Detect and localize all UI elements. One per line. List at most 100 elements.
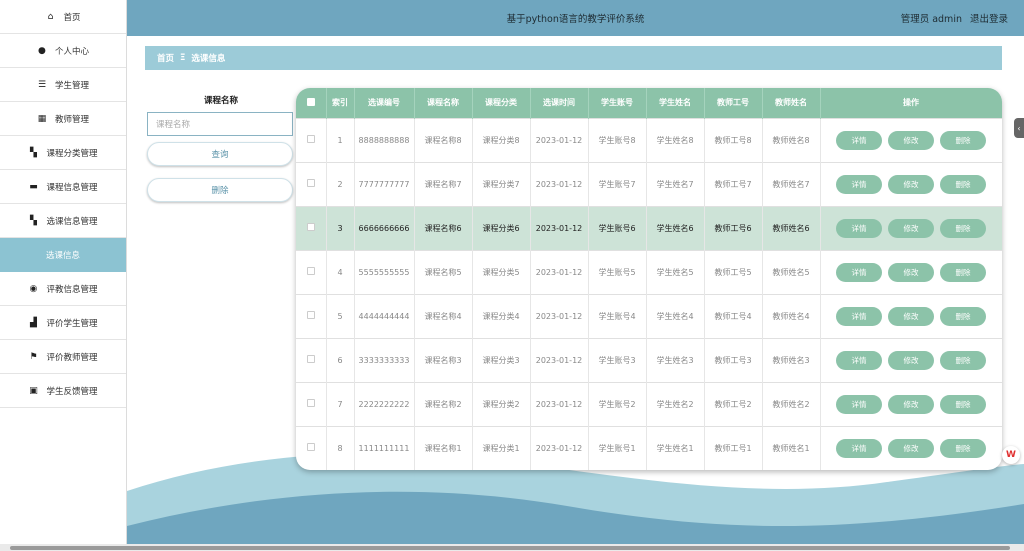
sidebar-item-course-category[interactable]: ▚ 课程分类管理 <box>0 136 126 170</box>
row-checkbox[interactable] <box>306 134 315 143</box>
edit-button[interactable]: 修改 <box>888 438 934 458</box>
table-row[interactable]: 7 2222222222 课程名称2 课程分类2 2023-01-12 学生账号2 学生姓名… <box>296 382 1002 426</box>
edit-button[interactable]: 修改 <box>888 306 934 326</box>
row-checkbox[interactable] <box>306 266 315 275</box>
select-all-cell[interactable] <box>296 88 327 118</box>
row-checkbox[interactable] <box>306 310 315 319</box>
sidebar-item-evaluation-info[interactable]: ◉ 评教信息管理 <box>0 272 126 306</box>
delete-button[interactable]: 删除 <box>940 438 986 458</box>
sidebar-item-evaluate-teachers[interactable]: ⚑ 评价教师管理 <box>0 340 126 374</box>
sidebar-item-evaluate-students[interactable]: ▟ 评价学生管理 <box>0 306 126 340</box>
flag-icon: ⚑ <box>29 351 38 362</box>
cell-teacher: 教师姓名7 <box>762 162 821 206</box>
column-header: 教师姓名 <box>762 88 821 118</box>
row-checkbox-cell[interactable] <box>296 162 327 206</box>
row-checkbox[interactable] <box>306 354 315 363</box>
table-row[interactable]: 6 3333333333 课程名称3 课程分类3 2023-01-12 学生账号3 学生姓名… <box>296 338 1002 382</box>
detail-button[interactable]: 详情 <box>836 438 882 458</box>
query-button[interactable]: 查询 <box>147 142 293 166</box>
table-row[interactable]: 2 7777777777 课程名称7 课程分类7 2023-01-12 学生账号7 学生姓名… <box>296 162 1002 206</box>
sidebar-item-profile[interactable]: ● 个人中心 <box>0 34 126 68</box>
breadcrumb-home[interactable]: 首页 <box>157 52 174 64</box>
row-checkbox[interactable] <box>306 398 315 407</box>
cell-index: 7 <box>326 382 355 426</box>
sidebar-item-course-info[interactable]: ▬ 课程信息管理 <box>0 170 126 204</box>
row-checkbox[interactable] <box>306 442 315 451</box>
edit-button[interactable]: 修改 <box>888 218 934 238</box>
floating-w-icon[interactable]: W <box>1002 446 1020 464</box>
batch-delete-button[interactable]: 删除 <box>147 178 293 202</box>
cell-teacher: 教师姓名6 <box>762 206 821 250</box>
delete-button[interactable]: 删除 <box>940 218 986 238</box>
row-checkbox-cell[interactable] <box>296 382 327 426</box>
row-checkbox[interactable] <box>306 178 315 187</box>
delete-button[interactable]: 删除 <box>940 306 986 326</box>
side-collapse-tab[interactable]: ‹ <box>1014 118 1024 138</box>
edit-button[interactable]: 修改 <box>888 130 934 150</box>
cell-account: 学生账号6 <box>588 206 647 250</box>
sidebar-item-feedback[interactable]: ▣ 学生反馈管理 <box>0 374 126 408</box>
table-row[interactable]: 3 6666666666 课程名称6 课程分类6 2023-01-12 学生账号6 学生姓名… <box>296 206 1002 250</box>
row-checkbox-cell[interactable] <box>296 118 327 162</box>
row-checkbox-cell[interactable] <box>296 294 327 338</box>
actions-cell: 详情 修改 删除 <box>820 294 1002 338</box>
cell-teacher-no: 教师工号6 <box>704 206 763 250</box>
column-header: 课程名称 <box>414 88 473 118</box>
row-checkbox-cell[interactable] <box>296 250 327 294</box>
apps-icon: ▚ <box>30 215 37 226</box>
table-row[interactable]: 1 8888888888 课程名称8 课程分类8 2023-01-12 学生账号8 学生姓名… <box>296 118 1002 162</box>
cell-code: 8888888888 <box>354 118 415 162</box>
cell-category: 课程分类8 <box>472 118 531 162</box>
sidebar-subitem-selection-info[interactable]: 选课信息 <box>0 238 126 272</box>
detail-button[interactable]: 详情 <box>836 130 882 150</box>
cell-category: 课程分类1 <box>472 426 531 470</box>
detail-button[interactable]: 详情 <box>836 306 882 326</box>
table-row[interactable]: 8 1111111111 课程名称1 课程分类1 2023-01-12 学生账号1 学生姓名… <box>296 426 1002 470</box>
detail-button[interactable]: 详情 <box>836 218 882 238</box>
cell-course: 课程名称5 <box>414 250 473 294</box>
delete-button[interactable]: 删除 <box>940 394 986 414</box>
cell-time: 2023-01-12 <box>530 382 589 426</box>
sidebar-item-label: 首页 <box>63 12 81 23</box>
edit-button[interactable]: 修改 <box>888 350 934 370</box>
delete-button[interactable]: 删除 <box>940 262 986 282</box>
sidebar-item-home[interactable]: ⌂ 首页 <box>0 0 126 34</box>
detail-button[interactable]: 详情 <box>836 394 882 414</box>
cell-index: 2 <box>326 162 355 206</box>
edit-button[interactable]: 修改 <box>888 394 934 414</box>
sidebar-item-label: 教师管理 <box>54 114 89 125</box>
breadcrumb-separator: Ξ <box>180 53 186 63</box>
select-all-checkbox[interactable] <box>306 97 315 106</box>
detail-button[interactable]: 详情 <box>836 262 882 282</box>
delete-button[interactable]: 删除 <box>940 130 986 150</box>
horizontal-scrollbar[interactable] <box>0 544 1024 551</box>
top-header: 基于python语言的教学评价系统 管理员 admin 退出登录 <box>127 0 1024 36</box>
delete-button[interactable]: 删除 <box>940 174 986 194</box>
row-checkbox-cell[interactable] <box>296 338 327 382</box>
course-name-search-input[interactable]: 课程名称 <box>147 112 293 136</box>
sidebar-item-students[interactable]: ☰ 学生管理 <box>0 68 126 102</box>
scrollbar-thumb[interactable] <box>10 546 1010 550</box>
cell-teacher-no: 教师工号5 <box>704 250 763 294</box>
table-row[interactable]: 4 5555555555 课程名称5 课程分类5 2023-01-12 学生账号5 学生姓名… <box>296 250 1002 294</box>
user-icon: ● <box>38 45 46 56</box>
detail-button[interactable]: 详情 <box>836 350 882 370</box>
sidebar-item-label: 个人中心 <box>54 46 89 57</box>
edit-button[interactable]: 修改 <box>888 174 934 194</box>
sidebar-item-teachers[interactable]: ▦ 教师管理 <box>0 102 126 136</box>
row-checkbox-cell[interactable] <box>296 206 327 250</box>
delete-button[interactable]: 删除 <box>940 350 986 370</box>
cell-course: 课程名称8 <box>414 118 473 162</box>
row-checkbox-cell[interactable] <box>296 426 327 470</box>
detail-button[interactable]: 详情 <box>836 174 882 194</box>
logout-link[interactable]: 退出登录 <box>970 11 1008 25</box>
cell-course: 课程名称7 <box>414 162 473 206</box>
sidebar-item-label: 学生反馈管理 <box>46 386 98 397</box>
table-row[interactable]: 5 4444444444 课程名称4 课程分类4 2023-01-12 学生账号4 学生姓名… <box>296 294 1002 338</box>
cell-time: 2023-01-12 <box>530 338 589 382</box>
sidebar-item-course-selection[interactable]: ▚ 选课信息管理 <box>0 204 126 238</box>
edit-button[interactable]: 修改 <box>888 262 934 282</box>
cell-time: 2023-01-12 <box>530 250 589 294</box>
cell-index: 5 <box>326 294 355 338</box>
row-checkbox[interactable] <box>306 222 315 231</box>
